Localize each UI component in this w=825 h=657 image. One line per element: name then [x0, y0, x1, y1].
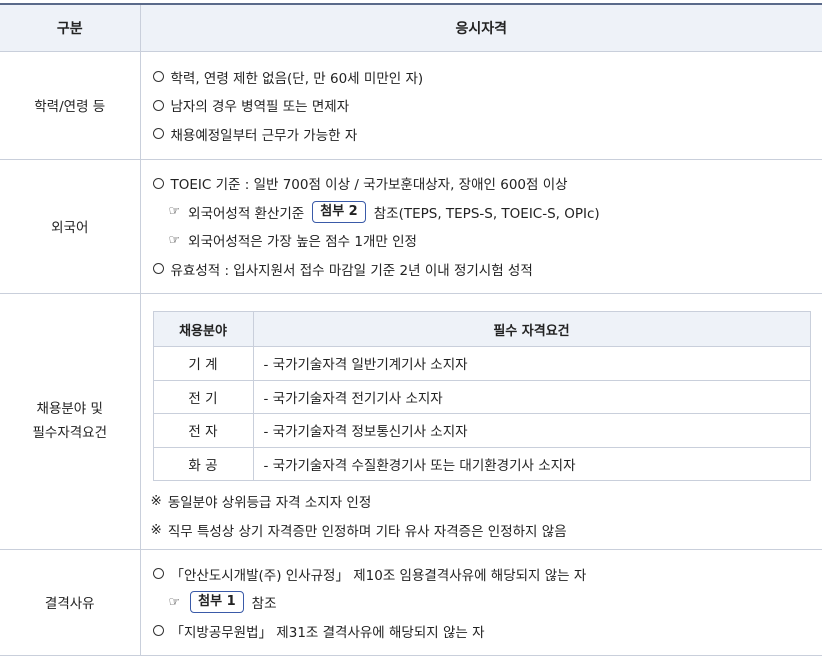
list-item: ☞ 외국어성적은 가장 높은 점수 1개만 인정	[168, 232, 417, 251]
list-item: 채용예정일부터 근무가 가능한 자	[151, 119, 823, 148]
table-header: 구분 응시자격	[0, 4, 822, 52]
row-field-requirements: 채용분야 및 필수자격요건 채용분야 필수 자격요건 기 계 - 국가기술자격 …	[0, 293, 822, 550]
requirements-table: 채용분야 필수 자격요건 기 계 - 국가기술자격 일반기계기사 소지자 전 기…	[152, 311, 811, 481]
circle-bullet-icon	[152, 263, 164, 275]
circle-bullet-icon	[152, 99, 164, 111]
list-item: ☞ 첨부 1 참조	[151, 588, 823, 617]
table-row: 화 공 - 국가기술자격 수질환경기사 또는 대기환경기사 소지자	[152, 446, 811, 481]
reference-mark-icon: ※	[150, 493, 162, 510]
circle-bullet-icon	[152, 625, 164, 636]
circle-bullet-icon	[152, 568, 164, 579]
pointing-hand-icon: ☞	[168, 594, 181, 610]
row-label: 채용분야 및 필수자격요건	[0, 293, 141, 550]
header-category: 구분	[0, 4, 141, 52]
circle-bullet-icon	[152, 177, 164, 189]
row-education-age: 학력/연령 등 학력, 연령 제한 없음(단, 만 60세 미만인 자) 남자의…	[0, 51, 823, 160]
note-item: ※ 직무 특성상 상기 자격증만 인정하며 기타 유사 자격증은 인정하지 않음	[150, 521, 567, 540]
note-item: ※ 동일분야 상위등급 자격 소지자 인정	[150, 493, 372, 512]
header-qualification: 응시자격	[140, 4, 822, 52]
table-row: 기 계 - 국가기술자격 일반기계기사 소지자	[152, 346, 811, 381]
list-item: ☞ 외국어성적 환산기준 첨부 2 참조(TEPS, TEPS-S, TOEIC-S,…	[151, 198, 823, 227]
list-item: 남자의 경우 병역필 또는 면제자	[151, 91, 823, 120]
requirements-header: 채용분야 필수 자격요건	[152, 311, 811, 347]
list-item: 「지방공무원법」 제31조 결격사유에 해당되지 않는 자	[151, 616, 823, 645]
list-item: 학력, 연령 제한 없음(단, 만 60세 미만인 자)	[151, 62, 823, 91]
table-row: 전 자 - 국가기술자격 정보통신기사 소지자	[152, 413, 811, 448]
list-item: 「안산도시개발(주) 인사규정」 제10조 임용결격사유에 해당되지 않는 자	[151, 559, 823, 588]
row-foreign-language: 외국어 TOEIC 기준 : 일반 700점 이상 / 국가보훈대상자, 장애인…	[0, 159, 823, 294]
row-label: 학력/연령 등	[0, 51, 141, 160]
list-item: TOEIC 기준 : 일반 700점 이상 / 국가보훈대상자, 장애인 600…	[151, 169, 823, 198]
list-item: 유효성적 : 입사지원서 접수 마감일 기준 2년 이내 정기시험 성적	[151, 255, 823, 284]
circle-bullet-icon	[152, 128, 164, 139]
attachment-badge: 첨부 2	[312, 200, 366, 223]
circle-bullet-icon	[152, 71, 164, 82]
row-disqualification: 결격사유 「안산도시개발(주) 인사규정」 제10조 임용결격사유에 해당되지 …	[0, 549, 823, 656]
attachment-badge: 첨부 1	[190, 591, 244, 613]
qualification-table: 구분 응시자격 학력/연령 등 학력, 연령 제한 없음(단, 만 60세 미만…	[0, 3, 822, 656]
pointing-hand-icon: ☞	[168, 204, 181, 220]
row-label: 외국어	[0, 159, 141, 294]
reference-mark-icon: ※	[150, 521, 162, 538]
table-row: 전 기 - 국가기술자격 전기기사 소지자	[152, 379, 811, 414]
pointing-hand-icon: ☞	[168, 232, 181, 248]
row-label: 결격사유	[0, 549, 141, 656]
